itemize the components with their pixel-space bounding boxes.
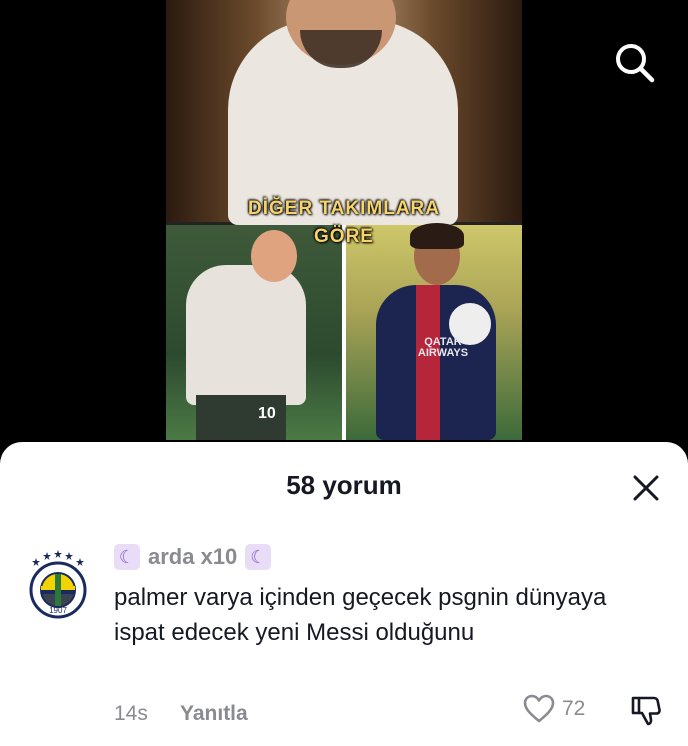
comment-timestamp: 14s: [114, 702, 148, 725]
moon-icon: ☾: [245, 544, 272, 570]
moon-icon: ☾: [114, 544, 140, 570]
comments-sheet: 58 yorum 1907 ☾ arda x10 ☾ palmer varya …: [0, 442, 688, 746]
player-photo-left: 10: [166, 225, 342, 440]
comment-author-row: ☾ arda x10 ☾: [114, 542, 272, 572]
comment-username[interactable]: arda x10: [148, 544, 237, 570]
reply-button[interactable]: Yanıtla: [180, 702, 248, 726]
heart-icon[interactable]: [522, 692, 556, 726]
player-photo-right: QATAR AIRWAYS: [346, 223, 522, 440]
shirt-sponsor-text: QATAR AIRWAYS: [417, 336, 469, 359]
comments-count-title: 58 yorum: [286, 470, 402, 500]
comment-text: palmer varya içinden geçecek psgnin düny…: [114, 584, 607, 646]
video-caption-line1: DİĞER TAKIMLARA: [248, 198, 440, 219]
video-caption-line2: GÖRE: [314, 226, 374, 247]
video-thumbnail: 10 QATAR AIRWAYS DİĞER TAKIMLARA GÖRE: [166, 0, 522, 440]
avatar[interactable]: 1907: [22, 548, 94, 620]
search-icon[interactable]: [612, 40, 656, 84]
avatar-year: 1907: [49, 606, 67, 615]
close-icon[interactable]: [630, 472, 662, 504]
video-player[interactable]: 10 QATAR AIRWAYS DİĞER TAKIMLARA GÖRE: [0, 0, 688, 450]
shirt-number: 10: [258, 405, 276, 422]
thumbs-down-icon[interactable]: [628, 692, 664, 728]
studio-scene: [166, 0, 522, 225]
like-count: 72: [562, 697, 586, 720]
